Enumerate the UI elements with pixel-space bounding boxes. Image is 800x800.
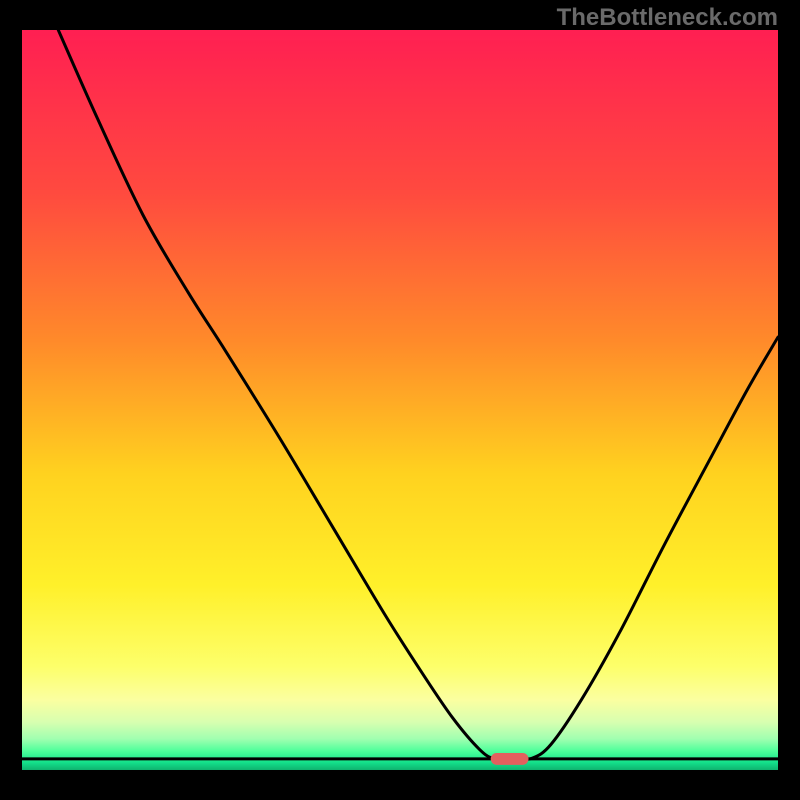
chart-svg — [22, 30, 778, 770]
watermark-text: TheBottleneck.com — [557, 4, 778, 32]
plot-area — [22, 30, 778, 770]
optimal-marker — [491, 753, 529, 765]
chart-container: TheBottleneck.com — [0, 0, 800, 800]
gradient-background — [22, 30, 778, 770]
